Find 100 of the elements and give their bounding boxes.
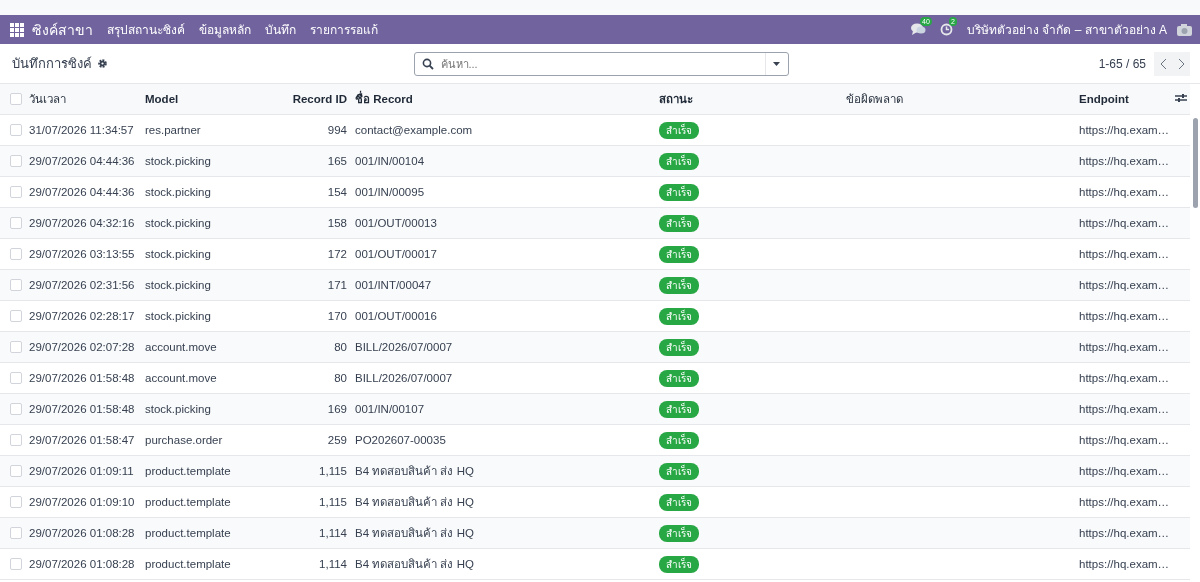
record-id-cell: 171 <box>327 279 347 291</box>
search-field[interactable]: ค้นหา... <box>413 51 789 76</box>
record-name-cell: 001/OUT/00017 <box>355 248 437 260</box>
row-checkbox[interactable] <box>10 217 22 229</box>
record-name-cell: 001/OUT/00016 <box>355 310 437 322</box>
chevron-right-icon <box>1177 57 1185 70</box>
chevron-left-icon <box>1159 57 1167 70</box>
status-badge: สำเร็จ <box>659 307 699 325</box>
status-badge: สำเร็จ <box>659 183 699 201</box>
model-cell: product.template <box>145 527 231 539</box>
record-name-cell: B4 ทดสอบสินค้า ส่ง HQ <box>355 496 474 508</box>
record-id-cell: 172 <box>327 248 347 260</box>
company-name[interactable]: บริษัทตัวอย่าง จำกัด – สาขาตัวอย่าง A <box>967 20 1167 39</box>
scrollbar[interactable] <box>1193 118 1198 208</box>
record-id-cell: 1,114 <box>319 527 347 539</box>
row-checkbox[interactable] <box>10 527 22 539</box>
model-cell: stock.picking <box>145 279 211 291</box>
record-name-cell: B4 ทดสอบสินค้า ส่ง HQ <box>355 465 474 477</box>
row-checkbox[interactable] <box>10 248 22 260</box>
row-checkbox[interactable] <box>10 434 22 446</box>
status-badge: สำเร็จ <box>659 214 699 232</box>
endpoint-cell: https://hq.exam… <box>1079 155 1170 167</box>
apps-menu-icon[interactable] <box>10 22 24 37</box>
record-name-cell: contact@example.com <box>355 124 473 136</box>
datetime-cell: 29/07/2026 02:07:28 <box>29 341 135 353</box>
datetime-cell: 29/07/2026 01:08:28 <box>29 527 135 539</box>
clock-icon[interactable] <box>940 23 953 36</box>
select-all-checkbox[interactable] <box>10 93 22 105</box>
row-checkbox[interactable] <box>10 372 22 384</box>
record-id-cell: 158 <box>327 217 347 229</box>
row-checkbox[interactable] <box>10 496 22 508</box>
record-name-cell: 001/INT/00047 <box>355 279 432 291</box>
record-id-cell: 80 <box>334 341 347 353</box>
endpoint-cell: https://hq.exam… <box>1079 496 1170 508</box>
row-checkbox[interactable] <box>10 558 22 570</box>
pager-value[interactable]: 1-65 / 65 <box>1098 56 1146 71</box>
app-name[interactable]: ซิงค์สาขา <box>32 18 93 41</box>
record-id-cell: 1,115 <box>319 465 347 477</box>
datetime-cell: 29/07/2026 02:31:56 <box>29 279 135 291</box>
endpoint-cell: https://hq.exam… <box>1079 310 1170 322</box>
record-id-cell: 154 <box>327 186 347 198</box>
model-cell: product.template <box>145 558 231 570</box>
model-cell: stock.picking <box>145 403 211 415</box>
menu-item[interactable]: ข้อมูลหลัก <box>199 20 251 39</box>
column-header[interactable]: สถานะ <box>659 93 693 105</box>
column-settings-icon[interactable] <box>1175 93 1187 103</box>
endpoint-cell: https://hq.exam… <box>1079 341 1170 353</box>
datetime-cell: 29/07/2026 01:58:48 <box>29 403 135 415</box>
status-badge: สำเร็จ <box>659 121 699 139</box>
row-checkbox[interactable] <box>10 465 22 477</box>
record-name-cell: B4 ทดสอบสินค้า ส่ง HQ <box>355 527 474 539</box>
row-checkbox[interactable] <box>10 341 22 353</box>
datetime-cell: 29/07/2026 01:09:10 <box>29 496 135 508</box>
datetime-cell: 29/07/2026 01:58:48 <box>29 372 135 384</box>
endpoint-cell: https://hq.exam… <box>1079 248 1170 260</box>
model-cell: stock.picking <box>145 310 211 322</box>
model-cell: res.partner <box>145 124 201 136</box>
menu-item[interactable]: สรุปสถานะซิงค์ <box>107 20 185 39</box>
column-header[interactable]: ข้อผิดพลาด <box>846 93 903 105</box>
row-checkbox[interactable] <box>10 124 22 136</box>
menu-item[interactable]: บันทึก <box>265 20 296 39</box>
record-id-cell: 994 <box>327 124 347 136</box>
status-badge: สำเร็จ <box>659 276 699 294</box>
record-id-cell: 259 <box>327 434 347 446</box>
status-badge: สำเร็จ <box>659 555 699 573</box>
status-badge: สำเร็จ <box>659 493 699 511</box>
endpoint-cell: https://hq.exam… <box>1079 527 1170 539</box>
record-id-cell: 165 <box>327 155 347 167</box>
record-id-cell: 1,114 <box>319 558 347 570</box>
record-name-cell: 001/IN/00104 <box>355 155 425 167</box>
datetime-cell: 29/07/2026 04:44:36 <box>29 155 135 167</box>
datetime-cell: 29/07/2026 04:44:36 <box>29 186 135 198</box>
record-name-cell: BILL/2026/07/0007 <box>355 372 453 384</box>
model-cell: stock.picking <box>145 248 211 260</box>
menu-item[interactable]: รายการรอแก้ <box>310 20 378 39</box>
column-header[interactable]: วันเวลา <box>29 93 66 105</box>
row-checkbox[interactable] <box>10 186 22 198</box>
settings-icon[interactable] <box>97 58 108 69</box>
dropdown-caret-icon[interactable] <box>773 61 780 66</box>
camera-icon[interactable] <box>1177 23 1192 36</box>
record-name-cell: B4 ทดสอบสินค้า ส่ง HQ <box>355 558 474 570</box>
column-header[interactable]: Model <box>145 93 179 105</box>
status-badge: สำเร็จ <box>659 400 699 418</box>
row-checkbox[interactable] <box>10 279 22 291</box>
status-badge: สำเร็จ <box>659 369 699 387</box>
model-cell: product.template <box>145 496 231 508</box>
row-checkbox[interactable] <box>10 403 22 415</box>
model-cell: purchase.order <box>145 434 223 446</box>
record-name-cell: PO202607-00035 <box>355 434 446 446</box>
record-id-cell: 170 <box>327 310 347 322</box>
endpoint-cell: https://hq.exam… <box>1079 465 1170 477</box>
datetime-cell: 29/07/2026 04:32:16 <box>29 217 135 229</box>
record-id-cell: 169 <box>327 403 347 415</box>
model-cell: stock.picking <box>145 155 211 167</box>
row-checkbox[interactable] <box>10 310 22 322</box>
row-checkbox[interactable] <box>10 155 22 167</box>
chat-icon[interactable] <box>911 23 926 36</box>
record-name-cell: 001/OUT/00013 <box>355 217 437 229</box>
datetime-cell: 29/07/2026 03:13:55 <box>29 248 135 260</box>
record-id-cell: 1,115 <box>319 496 347 508</box>
